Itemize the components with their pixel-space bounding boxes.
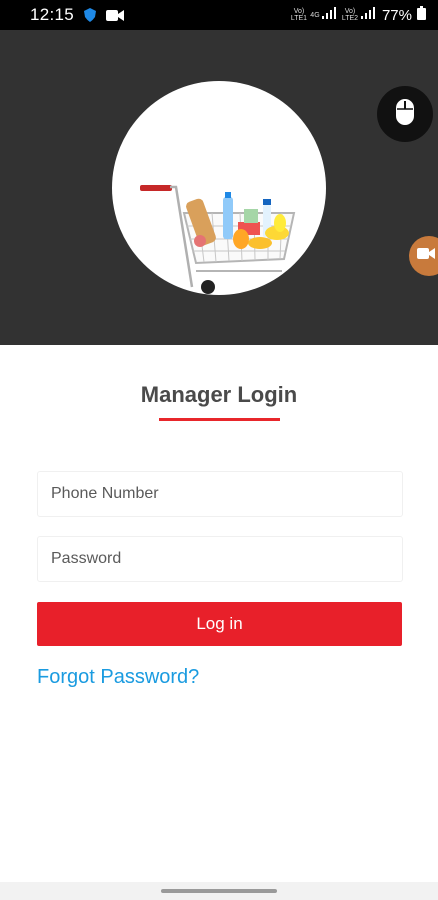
password-input[interactable] xyxy=(37,536,403,582)
login-button[interactable]: Log in xyxy=(37,602,402,646)
home-gesture-handle[interactable] xyxy=(161,889,277,893)
status-bar: 12:15 Vo) LTE1 4G Vo) LTE2 77% xyxy=(0,0,438,30)
network-group-1: Vo) LTE1 4G xyxy=(290,6,336,24)
video-icon xyxy=(417,247,435,265)
battery-icon xyxy=(417,5,426,25)
mouse-button[interactable] xyxy=(377,86,433,142)
network-group-2: Vo) LTE2 xyxy=(341,6,375,24)
video-record-button[interactable] xyxy=(409,236,438,276)
shield-icon xyxy=(84,8,97,22)
status-time: 12:15 xyxy=(30,5,75,24)
navigation-bar xyxy=(0,882,438,900)
page-title: Manager Login xyxy=(140,382,298,407)
shopping-cart-icon xyxy=(140,185,296,294)
header-banner xyxy=(0,30,438,345)
phone-number-input[interactable] xyxy=(37,471,403,517)
video-icon xyxy=(106,9,125,22)
app-logo xyxy=(112,81,326,295)
signal-icon xyxy=(360,6,375,24)
signal-icon xyxy=(321,6,336,24)
mouse-icon xyxy=(395,98,415,131)
network-label: 4G xyxy=(310,11,320,19)
forgot-password-link[interactable]: Forgot Password? xyxy=(37,666,199,689)
battery-percent: 77% xyxy=(381,6,412,24)
network-label: Vo) LTE1 xyxy=(290,8,308,22)
status-right: Vo) LTE1 4G Vo) LTE2 77% xyxy=(290,5,426,25)
title-underline xyxy=(159,418,280,421)
network-label: Vo) LTE2 xyxy=(341,8,359,22)
